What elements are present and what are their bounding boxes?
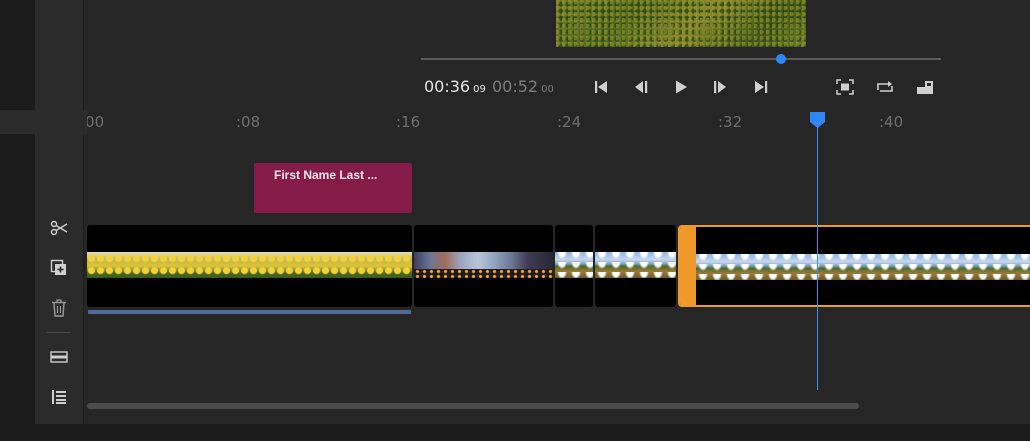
ruler-tick: :16 xyxy=(396,113,421,131)
track-view-button[interactable] xyxy=(35,342,83,372)
current-timecode: 00:36 09 xyxy=(424,77,486,96)
scrubber-handle[interactable] xyxy=(776,54,786,64)
clip-thumbnails xyxy=(87,252,412,278)
go-to-start-button[interactable] xyxy=(590,76,612,98)
duplicate-clip-button[interactable] xyxy=(35,253,83,283)
playhead-marker-icon xyxy=(810,112,825,128)
next-frame-button[interactable] xyxy=(709,76,731,98)
track-icon xyxy=(50,351,68,363)
clip-thumbnails xyxy=(414,252,553,278)
go-to-end-button[interactable] xyxy=(750,76,772,98)
editor-panel xyxy=(35,0,1030,424)
loop-icon xyxy=(877,81,893,92)
playhead-line xyxy=(817,126,818,390)
scissors-icon xyxy=(50,220,68,236)
title-clip-label: First Name Last ... xyxy=(274,168,378,182)
title-clip[interactable]: First Name Last ... xyxy=(254,163,412,213)
align-tracks-button[interactable] xyxy=(35,382,83,412)
previous-frame-button[interactable] xyxy=(630,76,652,98)
clip-thumbnails xyxy=(696,254,1030,280)
video-clip-field[interactable] xyxy=(595,225,676,307)
video-clip-selected[interactable] xyxy=(678,225,1030,307)
clip-trim-handle[interactable] xyxy=(680,227,696,305)
skip-start-icon xyxy=(595,81,607,93)
timeline-horizontal-scrollbar[interactable] xyxy=(87,403,859,409)
ruler-tick: :08 xyxy=(236,113,261,131)
skip-end-icon xyxy=(755,81,768,93)
ruler-tick: :32 xyxy=(718,113,743,131)
ruler-mask xyxy=(0,110,87,134)
clip-thumbnails xyxy=(595,252,676,278)
align-left-icon xyxy=(52,390,66,404)
play-icon xyxy=(676,80,687,94)
video-preview xyxy=(556,0,806,47)
video-clip-city[interactable] xyxy=(414,225,553,307)
video-clip-field-short[interactable] xyxy=(555,225,593,307)
clip-thumbnails xyxy=(555,252,593,278)
duration-timecode: 00:52 00 xyxy=(492,77,554,96)
step-back-icon xyxy=(635,81,648,93)
delete-clip-button[interactable] xyxy=(35,293,83,323)
fit-to-screen-button[interactable] xyxy=(834,76,856,98)
play-button[interactable] xyxy=(670,76,692,98)
split-clip-button[interactable] xyxy=(35,213,83,243)
export-icon xyxy=(917,81,933,94)
fullscreen-icon xyxy=(836,79,854,95)
rail-divider xyxy=(47,332,71,333)
playhead-handle[interactable] xyxy=(809,111,826,134)
step-forward-icon xyxy=(714,81,726,93)
video-clip-sunflowers[interactable] xyxy=(87,225,412,307)
playback-scrubber[interactable] xyxy=(421,58,941,60)
ruler-tick: :40 xyxy=(879,113,904,131)
loop-playback-button[interactable] xyxy=(874,76,896,98)
ruler-tick: :24 xyxy=(557,113,582,131)
tool-rail xyxy=(35,0,84,424)
duplicate-icon xyxy=(50,259,66,275)
audio-level-bar xyxy=(88,310,411,314)
trash-icon xyxy=(52,299,66,317)
export-frame-button[interactable] xyxy=(914,76,936,98)
